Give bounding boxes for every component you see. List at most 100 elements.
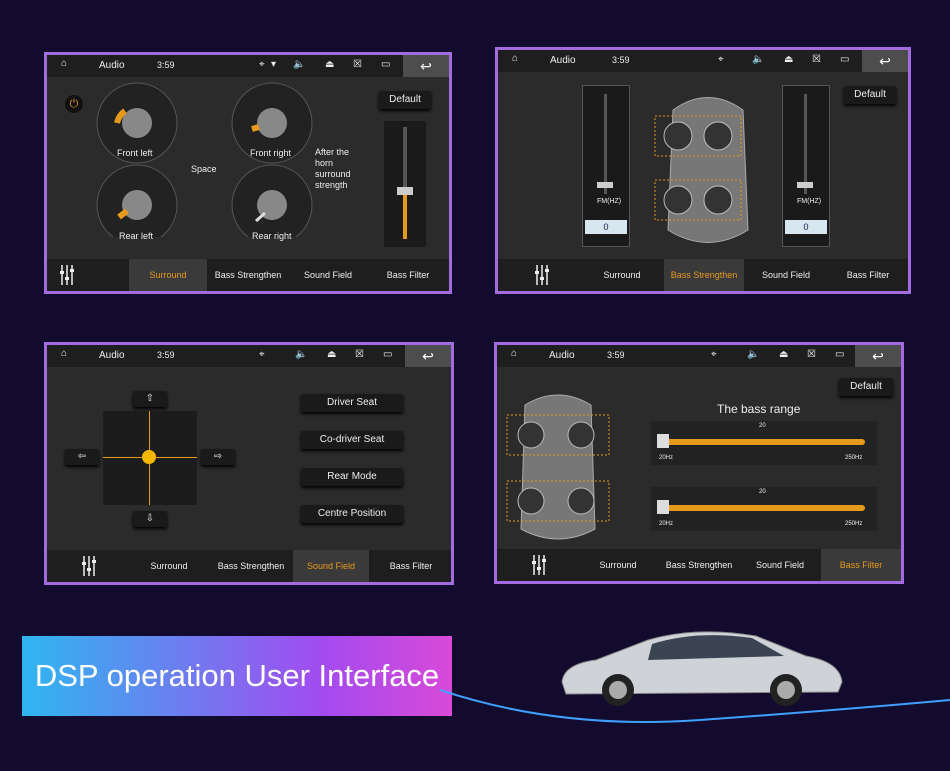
horn-slider-handle[interactable] (397, 187, 413, 195)
back-button[interactable]: ↩ (405, 345, 451, 367)
tab-sound-field[interactable]: Sound Field (293, 550, 369, 582)
equalizer-icon[interactable] (531, 555, 547, 575)
sound-field-pad[interactable] (103, 411, 197, 505)
eject-icon[interactable]: ⏏ (325, 59, 334, 70)
equalizer-icon[interactable] (59, 265, 75, 285)
tab-sound-field[interactable]: Sound Field (741, 549, 819, 581)
close-icon[interactable]: ☒ (353, 59, 362, 70)
equalizer-icon[interactable] (81, 556, 97, 576)
windows-icon[interactable]: ▭ (383, 349, 392, 360)
tab-sound-field[interactable]: Sound Field (746, 259, 826, 291)
sound-field-point[interactable] (142, 450, 156, 464)
slider-value: 20 (759, 489, 766, 495)
fm-slider-left[interactable]: FM(HZ) 0 (582, 85, 630, 247)
wifi-icon: ▾ (271, 59, 277, 70)
volume-icon[interactable]: 🔈 (752, 54, 764, 65)
volume-icon[interactable]: 🔈 (295, 349, 307, 360)
status-bar: ⌂ Audio 3:59 ⌖ 🔈 ⏏ ☒ ▭ ↩ (497, 345, 901, 367)
arrow-down-button[interactable]: ⇩ (133, 511, 167, 527)
tab-bass-strengthen[interactable]: Bass Strengthen (209, 259, 287, 291)
home-icon[interactable]: ⌂ (61, 348, 67, 359)
back-button[interactable]: ↩ (403, 55, 449, 77)
close-icon[interactable]: ☒ (812, 54, 821, 65)
horn-slider[interactable] (384, 121, 426, 247)
location-icon: ⌖ (259, 349, 265, 360)
fm-label: FM(HZ) (797, 198, 822, 205)
arrow-up-button[interactable]: ⇧ (133, 391, 167, 407)
knob-rear-right[interactable] (231, 164, 313, 237)
eject-icon[interactable]: ⏏ (779, 349, 788, 360)
fm-label: FM(HZ) (597, 198, 622, 205)
default-button[interactable]: Default (379, 91, 431, 109)
location-icon: ⌖ (711, 349, 717, 360)
tab-surround[interactable]: Surround (129, 550, 209, 582)
slider-handle[interactable] (657, 434, 669, 448)
rear-mode-button[interactable]: Rear Mode (301, 468, 403, 486)
tab-bar: Surround Bass Strengthen Sound Field Bas… (498, 259, 908, 291)
equalizer-icon[interactable] (534, 265, 550, 285)
status-bar: ⌂ Audio 3:59 ⌖ ▾ 🔈 ⏏ ☒ ▭ ↩ (47, 55, 449, 77)
tab-surround[interactable]: Surround (129, 259, 207, 291)
fm-slider-right[interactable]: FM(HZ) 0 (782, 85, 830, 247)
tab-bar: Surround Bass Strengthen Sound Field Bas… (497, 549, 901, 581)
fm-value[interactable]: 0 (785, 220, 827, 234)
tab-bass-filter[interactable]: Bass Filter (369, 259, 447, 291)
bass-range-heading: The bass range (717, 402, 801, 416)
close-icon[interactable]: ☒ (355, 349, 364, 360)
tab-bass-filter[interactable]: Bass Filter (371, 550, 451, 582)
horn-slider-fill (403, 195, 407, 239)
location-icon: ⌖ (259, 59, 265, 70)
tab-bass-filter[interactable]: Bass Filter (828, 259, 908, 291)
slider-min: 20Hz (659, 521, 674, 527)
fm-slider-handle[interactable] (597, 182, 613, 188)
tab-bass-strengthen[interactable]: Bass Strengthen (211, 550, 291, 582)
co-driver-seat-button[interactable]: Co-driver Seat (301, 431, 403, 449)
tab-bass-strengthen[interactable]: Bass Strengthen (659, 549, 739, 581)
tab-bass-filter[interactable]: Bass Filter (821, 549, 901, 581)
fm-value[interactable]: 0 (585, 220, 627, 234)
bass-slider-1[interactable]: 20 20Hz 250Hz (651, 421, 877, 465)
tab-surround[interactable]: Surround (579, 549, 657, 581)
tab-surround[interactable]: Surround (582, 259, 662, 291)
bass-slider-2[interactable]: 20 20Hz 250Hz (651, 487, 877, 531)
home-icon[interactable]: ⌂ (511, 348, 517, 359)
tab-bar: Surround Bass Strengthen Sound Field Bas… (47, 550, 451, 582)
label-rear-left: Rear left (119, 231, 154, 241)
tab-sound-field[interactable]: Sound Field (289, 259, 367, 291)
status-bar: ⌂ Audio 3:59 ⌖ 🔈 ⏏ ☒ ▭ ↩ (498, 50, 908, 72)
slider-handle[interactable] (657, 500, 669, 514)
label-space: Space (191, 164, 217, 174)
back-button[interactable]: ↩ (855, 345, 901, 367)
fm-value-text: 0 (803, 222, 809, 232)
knob-rear-left[interactable] (96, 164, 178, 237)
fm-slider-handle[interactable] (797, 182, 813, 188)
eject-icon[interactable]: ⏏ (327, 349, 336, 360)
tab-bass-strengthen[interactable]: Bass Strengthen (664, 259, 744, 291)
arrow-left-button[interactable]: ⇦ (65, 449, 99, 465)
panel-sound-field: ⌂ Audio 3:59 ⌖ 🔈 ⏏ ☒ ▭ ↩ ⇧ ⇩ ⇦ ⇨ Driver … (44, 342, 454, 585)
car-topview-image (506, 394, 610, 540)
home-icon[interactable]: ⌂ (512, 53, 518, 64)
default-button[interactable]: Default (844, 86, 896, 104)
slider-min: 20Hz (659, 455, 674, 461)
volume-icon[interactable]: 🔈 (747, 349, 759, 360)
driver-seat-button[interactable]: Driver Seat (301, 394, 403, 412)
default-button[interactable]: Default (839, 378, 893, 396)
close-icon[interactable]: ☒ (807, 349, 816, 360)
clock: 3:59 (612, 55, 630, 65)
volume-icon[interactable]: 🔈 (293, 59, 305, 70)
windows-icon[interactable]: ▭ (381, 59, 390, 70)
home-icon[interactable]: ⌂ (61, 58, 67, 69)
windows-icon[interactable]: ▭ (835, 349, 844, 360)
arrow-right-button[interactable]: ⇨ (201, 449, 235, 465)
slider-max: 250Hz (845, 455, 863, 461)
back-button[interactable]: ↩ (862, 50, 908, 72)
clock: 3:59 (157, 350, 175, 360)
panel-surround: ⌂ Audio 3:59 ⌖ ▾ 🔈 ⏏ ☒ ▭ ↩ ⏻ Front left … (44, 52, 452, 294)
app-title: Audio (99, 60, 125, 71)
eject-icon[interactable]: ⏏ (784, 54, 793, 65)
label-rear-right: Rear right (252, 231, 292, 241)
centre-position-button[interactable]: Centre Position (301, 505, 403, 523)
panel-bass-filter: ⌂ Audio 3:59 ⌖ 🔈 ⏏ ☒ ▭ ↩ Default The bas… (494, 342, 904, 584)
windows-icon[interactable]: ▭ (840, 54, 849, 65)
